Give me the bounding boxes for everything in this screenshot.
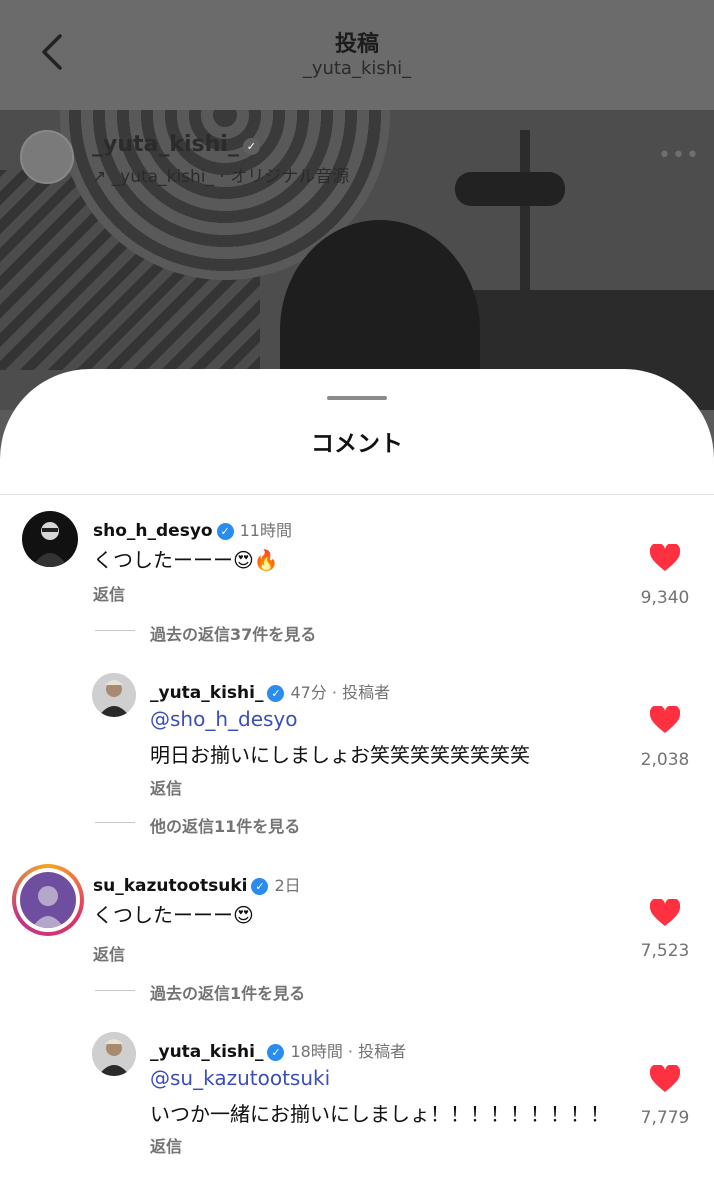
- sheet-drag-handle[interactable]: [327, 396, 387, 400]
- view-replies-button[interactable]: 他の返信11件を見る: [150, 813, 300, 837]
- comment-text: 明日お揃いにしましょお笑笑笑笑笑笑笑笑: [150, 743, 530, 767]
- divider: [0, 494, 714, 495]
- author-username[interactable]: _yuta_kishi_ ✓: [92, 132, 260, 157]
- sheet-title: コメント: [311, 431, 403, 457]
- like-count: 2,038: [640, 750, 690, 770]
- verified-icon: ✓: [267, 685, 285, 702]
- mention-link[interactable]: @sho_h_desyo: [150, 707, 298, 731]
- post-header: 投稿 _yuta_kishi_: [0, 0, 714, 110]
- verified-icon: ✓: [251, 878, 269, 895]
- verified-icon: ✓: [267, 1044, 285, 1061]
- reply-button[interactable]: 返信: [150, 775, 182, 799]
- like-count: 9,340: [640, 588, 690, 608]
- comment-time: 47分 · 投稿者: [290, 683, 391, 702]
- comment-text: くつしたーーー😍: [93, 903, 254, 927]
- comment-username[interactable]: sho_h_desyo ✓ 11時間: [93, 517, 292, 541]
- comment-time: 18時間 · 投稿者: [290, 1042, 407, 1061]
- view-replies-button[interactable]: 過去の返信1件を見る: [150, 980, 305, 1004]
- avatar[interactable]: [22, 511, 78, 567]
- comment-username[interactable]: su_kazutootsuki ✓ 2日: [93, 872, 301, 896]
- page-subtitle: _yuta_kishi_: [302, 58, 412, 79]
- comment-time: 11時間: [239, 521, 292, 540]
- comment-text: いつか一緒にお揃いにしましょ！！！！！！！！！: [150, 1102, 610, 1126]
- heart-icon[interactable]: [650, 1065, 680, 1093]
- story-ring-avatar[interactable]: [12, 864, 84, 936]
- view-replies-line: [95, 990, 135, 991]
- view-replies-line: [95, 630, 135, 631]
- reply-button[interactable]: 返信: [150, 1133, 182, 1157]
- comment-username[interactable]: _yuta_kishi_ ✓ 18時間 · 投稿者: [150, 1038, 406, 1062]
- comments-sheet: コメント sho_h_desyo ✓ 11時間 くつしたーーー😍🔥 返信 9,340…: [0, 369, 714, 1200]
- like-count: 7,779: [640, 1108, 690, 1128]
- audio-link[interactable]: ↗ _yuta_kishi_ · オリジナル音源: [92, 162, 349, 187]
- heart-icon[interactable]: [650, 899, 680, 927]
- avatar[interactable]: [92, 673, 136, 717]
- reply-button[interactable]: 返信: [93, 581, 125, 605]
- view-replies-button[interactable]: 過去の返信37件を見る: [150, 621, 316, 645]
- avatar[interactable]: [92, 1032, 136, 1076]
- like-count: 7,523: [640, 941, 690, 961]
- microphone: [455, 172, 565, 206]
- more-options-icon[interactable]: •••: [658, 143, 700, 168]
- reply-button[interactable]: 返信: [93, 941, 125, 965]
- heart-icon[interactable]: [650, 706, 680, 734]
- mention-link[interactable]: @su_kazutootsuki: [150, 1066, 330, 1090]
- comment-time: 2日: [274, 876, 301, 895]
- page-title: 投稿: [334, 32, 379, 57]
- verified-icon: ✓: [242, 138, 260, 155]
- author-avatar[interactable]: [20, 130, 74, 184]
- view-replies-line: [95, 822, 135, 823]
- heart-icon[interactable]: [650, 544, 680, 572]
- comment-username[interactable]: _yuta_kishi_ ✓ 47分 · 投稿者: [150, 679, 390, 703]
- comment-text: くつしたーーー😍🔥: [93, 548, 279, 572]
- verified-icon: ✓: [216, 523, 234, 540]
